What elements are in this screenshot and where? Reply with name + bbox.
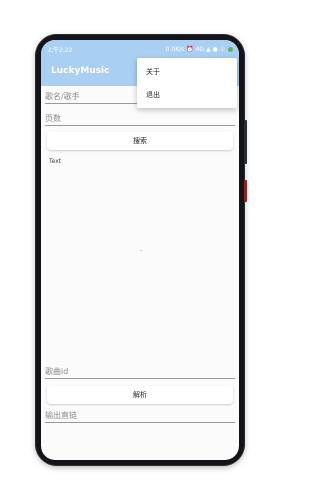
output-link-input[interactable]: 输出直链: [45, 408, 235, 423]
status-indicators: 0.0K/s ⏰ 4G ▲ ● ☉: [166, 46, 233, 53]
song-id-input[interactable]: 歌曲id: [45, 364, 235, 379]
menu-item-about[interactable]: 关于: [146, 66, 160, 78]
app-title: LuckyMusic: [51, 66, 110, 76]
power-button: [244, 180, 247, 202]
menu-item-exit[interactable]: 退出: [146, 89, 160, 101]
song-id-placeholder: 歌曲id: [45, 367, 69, 376]
page-number-input[interactable]: 页数: [45, 111, 235, 126]
status-bar: 上午2:22 0.0K/s ⏰ 4G ▲ ● ☉: [41, 40, 239, 58]
result-divider-mark: -: [140, 247, 143, 254]
page-number-placeholder: 页数: [45, 114, 61, 123]
battery-icon: [228, 46, 233, 52]
overflow-menu: 关于 退出: [137, 58, 237, 108]
status-time: 上午2:22: [47, 46, 73, 54]
result-text: Text: [49, 158, 62, 165]
output-link-placeholder: 输出直链: [45, 411, 77, 420]
song-query-placeholder: 歌名/歌手: [45, 92, 80, 101]
status-text: 0.0K/s ⏰ 4G ▲ ● ☉: [165, 45, 225, 53]
parse-button[interactable]: 解析: [47, 386, 233, 404]
volume-button: [244, 120, 247, 164]
search-button[interactable]: 搜索: [47, 132, 233, 150]
